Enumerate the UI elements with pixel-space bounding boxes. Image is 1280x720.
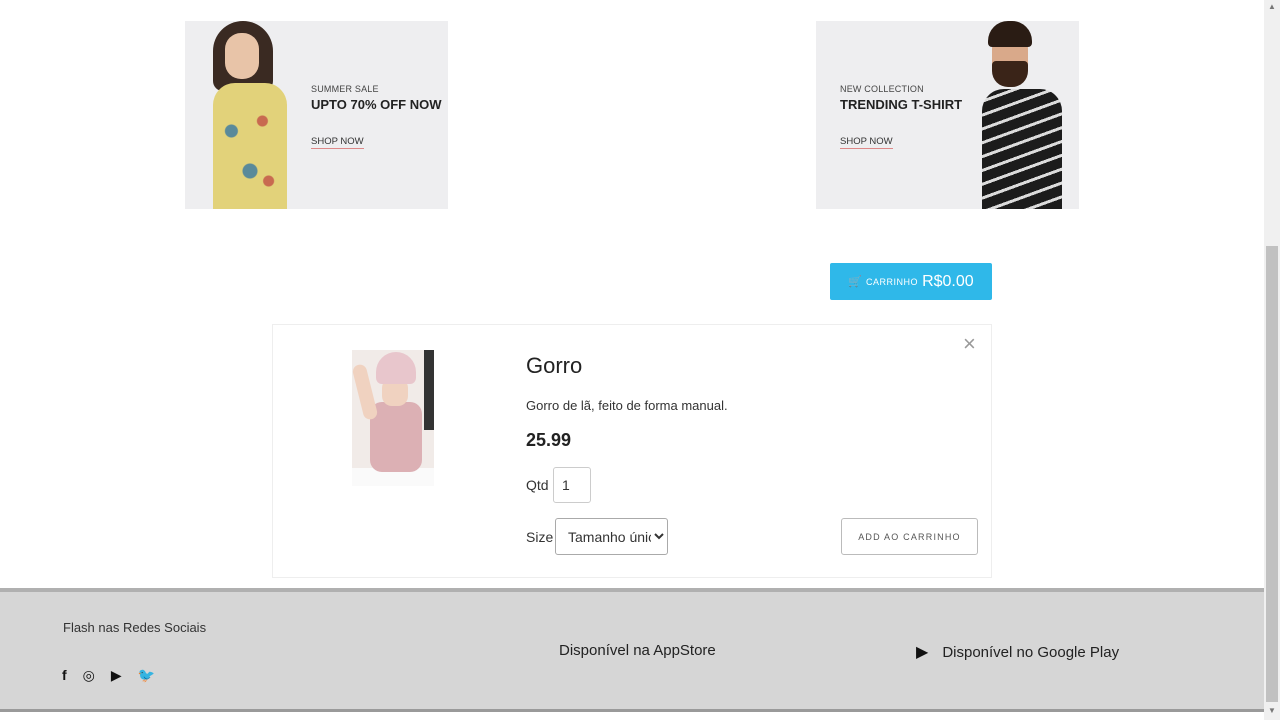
appstore-label: Disponível na AppStore	[559, 642, 716, 659]
model-face	[225, 33, 259, 79]
shop-now-link[interactable]: SHOP NOW	[840, 136, 893, 149]
model-hair	[988, 21, 1032, 47]
product-description: Gorro de lã, feito de forma manual.	[526, 398, 728, 413]
cart-label: CARRINHO	[866, 276, 919, 287]
product-price: 25.99	[526, 430, 572, 450]
youtube-icon[interactable]: ▶	[111, 668, 122, 682]
product-quickview: × Gorro Gorro de lã, feito de forma manu…	[272, 324, 992, 578]
banner-headline: TRENDING T-SHIRT	[840, 97, 963, 112]
shop-now-link[interactable]: SHOP NOW	[311, 136, 364, 149]
quantity-input[interactable]	[553, 467, 591, 503]
social-title: Flash nas Redes Sociais	[63, 620, 207, 635]
banner-kicker: NEW COLLECTION	[840, 84, 924, 94]
image-arm	[352, 363, 379, 421]
scroll-thumb[interactable]	[1266, 246, 1278, 702]
size-label: Size	[526, 529, 554, 545]
vertical-scrollbar[interactable]: ▲ ▼	[1264, 0, 1280, 720]
image-door	[424, 350, 434, 430]
facebook-icon[interactable]: f	[62, 668, 67, 682]
appstore-link[interactable]: Disponível na AppStore	[545, 642, 716, 659]
scroll-down-icon[interactable]: ▼	[1264, 704, 1280, 718]
image-scarf	[370, 402, 422, 472]
banner-headline: UPTO 70% OFF NOW	[311, 97, 442, 112]
googleplay-label: Disponível no Google Play	[942, 643, 1120, 661]
close-icon[interactable]: ×	[963, 331, 976, 357]
cart-icon: 🛒	[848, 276, 863, 288]
footer: Flash nas Redes Sociais f ◎ ▶ 🐦 Disponív…	[0, 588, 1264, 712]
twitter-icon[interactable]: 🐦	[138, 668, 155, 682]
social-icons: f ◎ ▶ 🐦	[62, 668, 155, 682]
banner-kicker: SUMMER SALE	[311, 84, 379, 94]
model-beard	[992, 61, 1028, 87]
product-name: Gorro	[526, 353, 583, 378]
dress-pattern	[219, 101, 281, 201]
google-play-icon: ▶	[916, 644, 929, 661]
cart-total: R$0.00	[922, 272, 974, 290]
scroll-up-icon[interactable]: ▲	[1264, 0, 1280, 14]
size-select[interactable]: Tamanho único	[555, 518, 668, 555]
summer-sale-banner[interactable]: SUMMER SALE UPTO 70% OFF NOW SHOP NOW	[185, 21, 448, 209]
page: SUMMER SALE UPTO 70% OFF NOW SHOP NOW NE…	[0, 0, 1264, 720]
model-tshirt	[982, 89, 1062, 209]
add-to-cart-button[interactable]: ADD AO CARRINHO	[841, 518, 978, 555]
cart-button[interactable]: 🛒 CARRINHO R$0.00	[830, 263, 992, 300]
googleplay-link[interactable]: ▶ Disponível no Google Play	[916, 642, 1119, 662]
product-image	[352, 350, 434, 486]
qty-label: Qtd	[526, 477, 549, 493]
image-hat	[376, 352, 416, 384]
instagram-icon[interactable]: ◎	[83, 668, 95, 682]
new-collection-banner[interactable]: NEW COLLECTION TRENDING T-SHIRT SHOP NOW	[816, 21, 1079, 209]
